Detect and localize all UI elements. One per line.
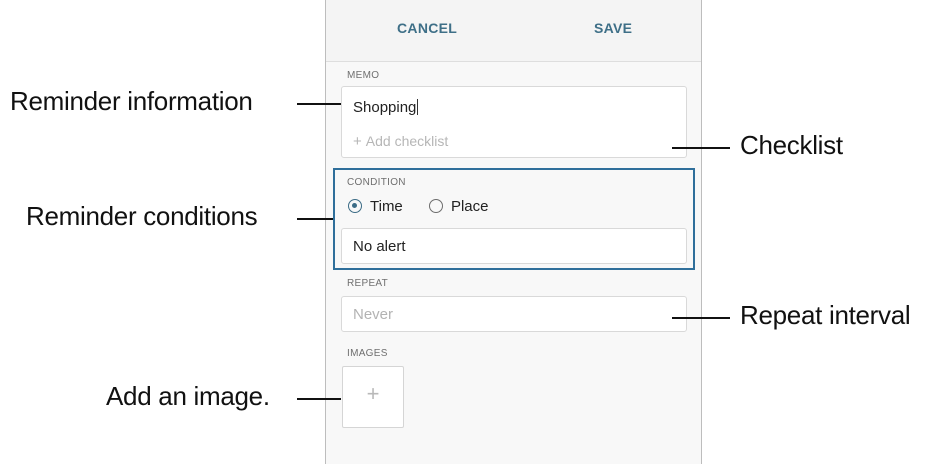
callout-line-reminder-conditions [297,218,333,220]
action-bar: CANCEL SAVE [326,0,701,62]
radio-unchecked-icon [428,199,443,213]
callout-add-image: Add an image. [106,381,270,411]
save-button[interactable]: SAVE [594,20,632,36]
reminder-editor-screen: CANCEL SAVE MEMO Shopping + Add checklist… [325,0,702,464]
callout-line-checklist [672,147,730,149]
callout-line-add-image [297,398,341,400]
callout-line-repeat-interval [672,317,730,319]
add-checklist-label: Add checklist [365,133,449,149]
add-checklist-button[interactable]: + Add checklist [353,133,448,150]
text-caret [417,99,419,115]
place-radio-option[interactable]: Place [428,198,489,215]
condition-radio-group: Time Place [348,198,488,215]
memo-text: Shopping [353,99,417,116]
condition-section-label: CONDITION [347,177,406,188]
add-image-button[interactable]: + [342,366,404,428]
callout-checklist: Checklist [740,130,843,160]
memo-section-label: MEMO [347,70,380,81]
alert-value: No alert [353,238,406,255]
cancel-button[interactable]: CANCEL [397,20,457,36]
callout-reminder-conditions: Reminder conditions [26,201,258,231]
repeat-value: Never [353,306,394,323]
repeat-field[interactable]: Never [341,296,687,332]
radio-checked-icon [348,199,362,213]
callout-line-reminder-information [297,103,341,105]
images-section-label: IMAGES [347,348,388,359]
time-radio-label: Time [370,198,403,215]
callout-reminder-information: Reminder information [10,86,253,116]
place-radio-label: Place [450,198,489,215]
time-radio-option[interactable]: Time [348,198,403,215]
memo-input[interactable]: Shopping [353,99,419,116]
repeat-section-label: REPEAT [347,278,389,289]
alert-field[interactable]: No alert [341,228,687,264]
callout-repeat-interval: Repeat interval [740,300,911,330]
plus-icon: + [353,133,362,150]
memo-box: Shopping + Add checklist [341,86,687,158]
plus-icon: + [366,381,380,406]
